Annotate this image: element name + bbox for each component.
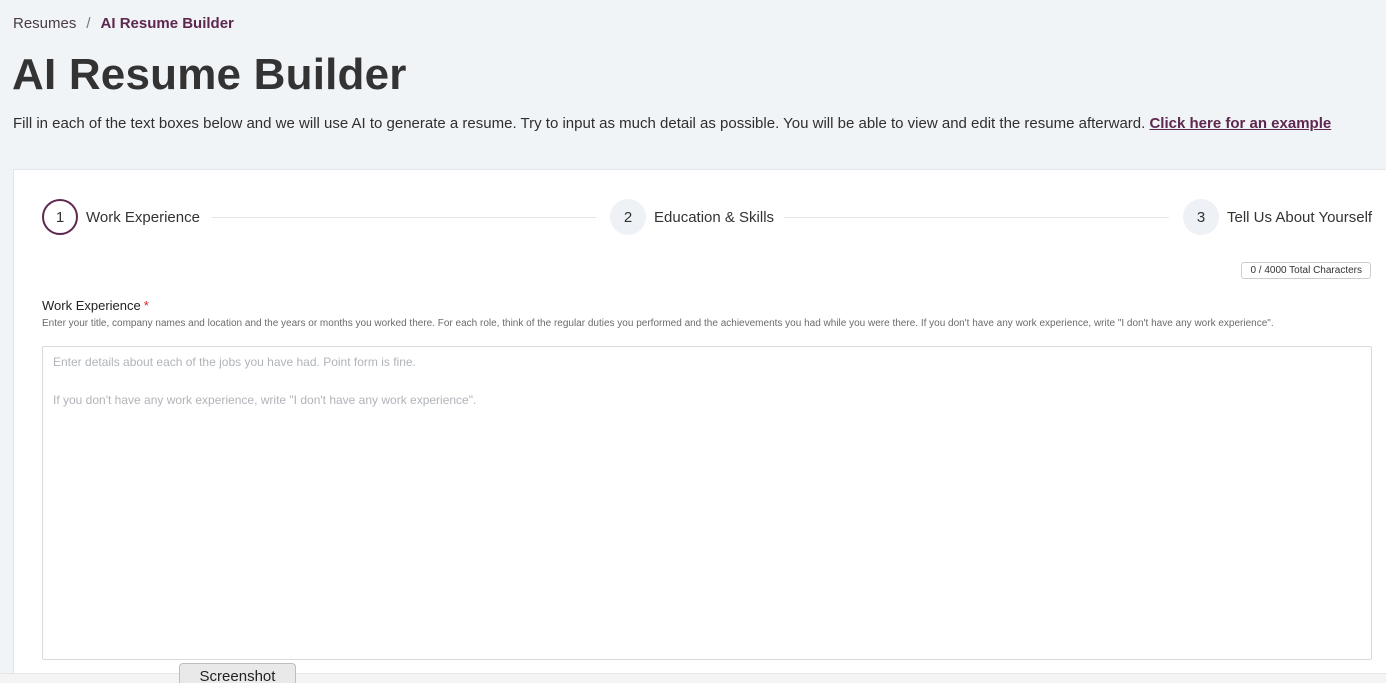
step-connector [212, 217, 596, 218]
breadcrumb-link-resumes[interactable]: Resumes [13, 15, 76, 32]
step-label-work-experience: Work Experience [86, 208, 200, 226]
step-work-experience[interactable]: 1 Work Experience [42, 199, 200, 235]
character-count-badge: 0 / 4000 Total Characters [1241, 262, 1371, 279]
step-label-tell-us-about-yourself: Tell Us About Yourself [1227, 208, 1373, 226]
step-number-3: 3 [1183, 199, 1219, 235]
intro-text: Fill in each of the text boxes below and… [13, 115, 1331, 132]
resume-builder-card: 1 Work Experience 2 Education & Skills 3… [13, 169, 1386, 683]
required-marker: * [143, 298, 149, 313]
breadcrumb-separator: / [86, 15, 91, 32]
step-number-2: 2 [610, 199, 646, 235]
step-connector [784, 217, 1169, 218]
intro-description: Fill in each of the text boxes below and… [13, 115, 1150, 132]
work-experience-textarea[interactable] [42, 346, 1372, 660]
example-link[interactable]: Click here for an example [1149, 115, 1331, 132]
step-education-skills[interactable]: 2 Education & Skills [610, 199, 774, 235]
step-number-1: 1 [42, 199, 78, 235]
work-experience-label-text: Work Experience [42, 298, 141, 313]
breadcrumb-current: AI Resume Builder [100, 15, 234, 32]
screenshot-tab[interactable]: Screenshot [179, 663, 296, 683]
page-title: AI Resume Builder [12, 50, 407, 99]
step-label-education-skills: Education & Skills [654, 208, 775, 226]
breadcrumb: Resumes / AI Resume Builder [13, 15, 234, 32]
work-experience-label: Work Experience * [42, 298, 149, 313]
step-tell-us-about-yourself[interactable]: 3 Tell Us About Yourself [1183, 199, 1372, 235]
work-experience-help-text: Enter your title, company names and loca… [42, 318, 1274, 329]
stepper: 1 Work Experience 2 Education & Skills 3… [42, 199, 1372, 235]
